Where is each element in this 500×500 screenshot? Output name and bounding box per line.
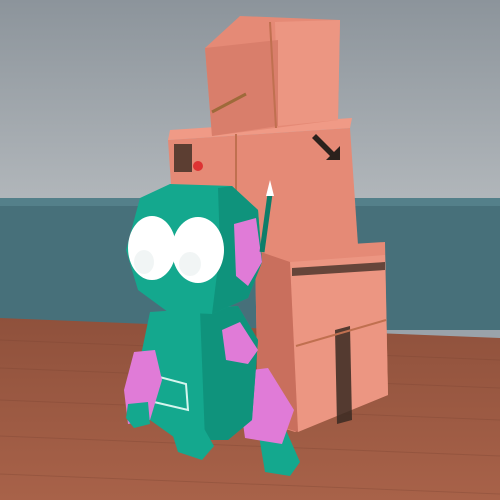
robot-eye-left [128, 216, 176, 280]
robot-eye-right-shade [179, 252, 201, 276]
barcode-label [174, 144, 192, 172]
box-top [205, 16, 340, 136]
robot-eye-right [172, 217, 224, 283]
label-dot [193, 161, 203, 171]
robot-eye-left-shade [134, 250, 154, 274]
game-scene [0, 0, 500, 500]
robot-body-shadow [200, 306, 258, 440]
